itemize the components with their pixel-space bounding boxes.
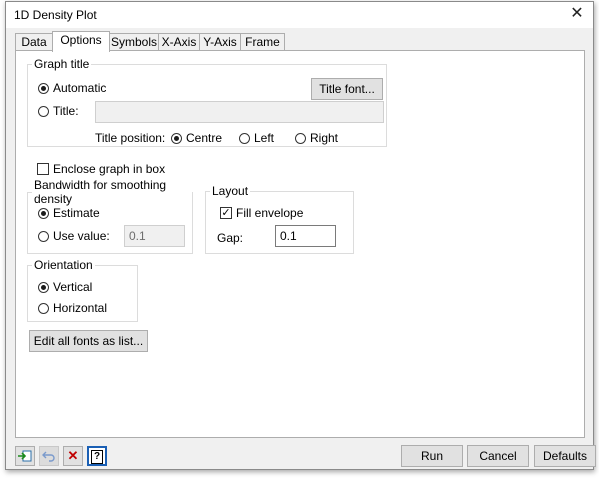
bandwidth-legend: Bandwidth for smoothing density <box>34 178 167 206</box>
enclose-box-indicator[interactable] <box>37 163 49 175</box>
tab-options[interactable]: Options <box>52 31 110 52</box>
gap-label: Gap: <box>217 231 244 245</box>
tab-x-axis[interactable]: X-Axis <box>158 33 200 51</box>
title-input[interactable] <box>95 101 384 123</box>
radio-use-value-indicator[interactable] <box>38 230 49 242</box>
radio-right-indicator[interactable] <box>295 132 306 144</box>
fill-envelope-checkbox[interactable]: ✓ Fill envelope <box>220 206 303 220</box>
tab-y-axis[interactable]: Y-Axis <box>199 33 241 51</box>
close-icon[interactable]: ✕ <box>565 3 589 25</box>
radio-automatic-label: Automatic <box>53 81 107 95</box>
title-bar: 1D Density Plot ✕ <box>6 2 593 28</box>
layout-legend: Layout <box>212 184 249 198</box>
undo-icon[interactable] <box>39 446 59 466</box>
radio-horizontal-label: Horizontal <box>53 301 108 315</box>
bandwidth-value-input[interactable]: 0.1 <box>124 225 185 247</box>
radio-vertical-indicator[interactable] <box>38 281 49 293</box>
radio-estimate-indicator[interactable] <box>38 207 49 219</box>
clear-icon[interactable]: ✕ <box>63 446 83 466</box>
radio-centre-label: Centre <box>186 131 223 145</box>
radio-left-indicator[interactable] <box>239 132 250 144</box>
graph-title-legend: Graph title <box>34 57 90 71</box>
radio-right-label: Right <box>310 131 339 145</box>
window-title: 1D Density Plot <box>14 8 97 22</box>
help-icon[interactable]: ? <box>87 446 107 466</box>
options-panel: Graph title Automatic Title font... Titl… <box>15 50 585 438</box>
radio-use-value[interactable]: Use value: <box>38 229 110 243</box>
edit-all-fonts-button[interactable]: Edit all fonts as list... <box>29 330 148 352</box>
radio-vertical-label: Vertical <box>53 280 93 294</box>
radio-position-left[interactable]: Left <box>239 131 274 145</box>
radio-estimate[interactable]: Estimate <box>38 206 100 220</box>
radio-use-value-label: Use value: <box>53 229 110 243</box>
radio-horizontal[interactable]: Horizontal <box>38 301 107 315</box>
orientation-legend: Orientation <box>34 258 93 272</box>
radio-title-label: Title: <box>53 104 79 118</box>
enclose-box-checkbox[interactable]: Enclose graph in box <box>37 162 165 176</box>
radio-vertical[interactable]: Vertical <box>38 280 92 294</box>
radio-centre-indicator[interactable] <box>171 132 182 144</box>
title-font-button[interactable]: Title font... <box>311 78 383 100</box>
tab-symbols[interactable]: Symbols <box>109 33 159 51</box>
fill-envelope-label: Fill envelope <box>236 206 304 220</box>
title-position-label: Title position: <box>95 131 166 145</box>
radio-horizontal-indicator[interactable] <box>38 302 49 314</box>
radio-position-centre[interactable]: Centre <box>171 131 222 145</box>
enclose-box-label: Enclose graph in box <box>53 162 166 176</box>
defaults-button[interactable]: Defaults <box>534 445 596 467</box>
dialog-window: 1D Density Plot ✕ Data Options Symbols X… <box>5 1 596 470</box>
tab-frame[interactable]: Frame <box>240 33 285 51</box>
radio-automatic-indicator[interactable] <box>38 82 49 94</box>
radio-position-right[interactable]: Right <box>295 131 338 145</box>
gap-input[interactable]: 0.1 <box>275 225 336 247</box>
radio-automatic[interactable]: Automatic <box>38 81 106 95</box>
tab-data[interactable]: Data <box>15 33 53 51</box>
pin-icon[interactable] <box>15 446 35 466</box>
radio-title[interactable]: Title: <box>38 104 79 118</box>
fill-envelope-check-icon[interactable]: ✓ <box>220 207 232 219</box>
help-glyph: ? <box>91 450 103 464</box>
radio-estimate-label: Estimate <box>53 206 100 220</box>
cancel-button[interactable]: Cancel <box>467 445 529 467</box>
radio-left-label: Left <box>254 131 275 145</box>
run-button[interactable]: Run <box>401 445 463 467</box>
radio-title-indicator[interactable] <box>38 105 49 117</box>
